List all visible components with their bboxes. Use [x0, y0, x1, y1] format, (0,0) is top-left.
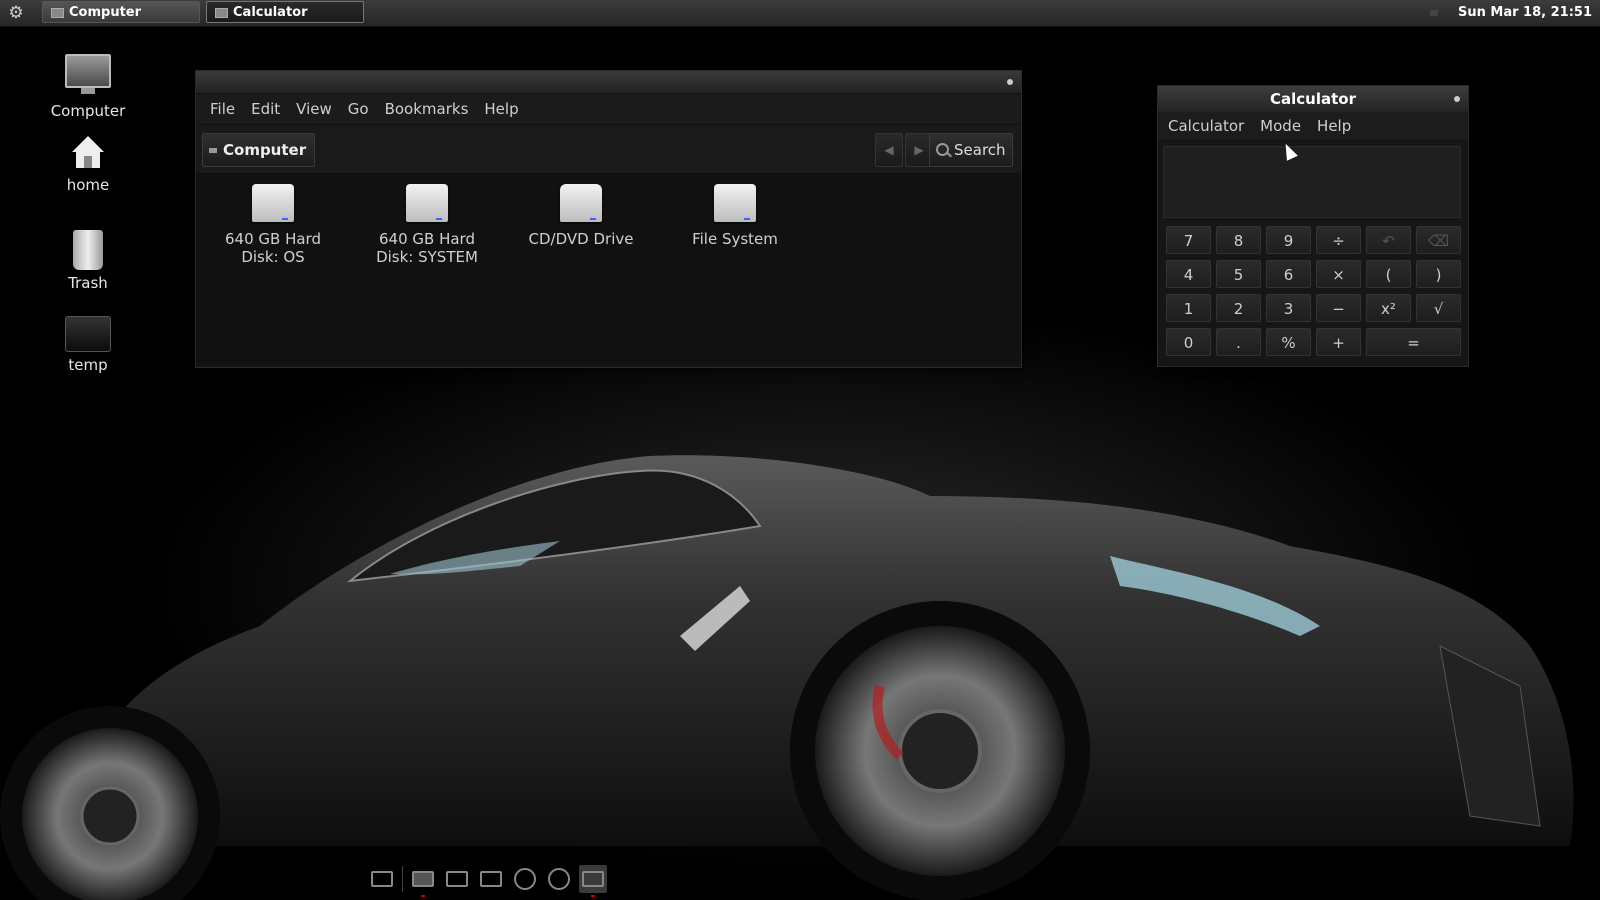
gear-icon[interactable]: ⚙ [6, 3, 26, 23]
menu-mode[interactable]: Mode [1252, 112, 1309, 140]
hard-disk-icon [252, 184, 294, 222]
key-close-paren[interactable]: ) [1416, 260, 1461, 288]
menu-view[interactable]: View [288, 94, 340, 124]
hard-disk-icon [714, 184, 756, 222]
key-equals[interactable]: = [1366, 328, 1461, 356]
file-manager-window: File Edit View Go Bookmarks Help Compute… [195, 70, 1022, 368]
computer-icon [209, 148, 217, 153]
window-icon [215, 8, 228, 18]
window-titlebar[interactable]: Calculator [1158, 86, 1468, 112]
desktop-icon-label: home [66, 176, 110, 194]
key-add[interactable]: + [1316, 328, 1361, 356]
menubar: File Edit View Go Bookmarks Help [196, 94, 1021, 125]
key-0[interactable]: 0 [1166, 328, 1211, 356]
taskbar-item-computer[interactable]: Computer [42, 1, 200, 23]
drive-item-os[interactable]: 640 GB Hard Disk: OS [208, 184, 338, 266]
menu-go[interactable]: Go [340, 94, 377, 124]
chrome-icon[interactable] [545, 865, 573, 893]
key-9[interactable]: 9 [1266, 226, 1311, 254]
taskbar-item-label: Calculator [233, 5, 308, 20]
calculator-display[interactable] [1163, 146, 1461, 218]
calculator-window: Calculator Calculator Mode Help 7 8 9 ÷ … [1157, 85, 1469, 367]
clock[interactable]: Sun Mar 18, 21:51 [1458, 0, 1592, 26]
window-title: Calculator [1270, 90, 1356, 108]
volume-icon[interactable] [1430, 10, 1438, 16]
menu-bookmarks[interactable]: Bookmarks [377, 94, 477, 124]
key-5[interactable]: 5 [1216, 260, 1261, 288]
close-icon[interactable] [1454, 96, 1460, 102]
close-icon[interactable] [1007, 79, 1013, 85]
undo-icon[interactable]: ↶ [1366, 226, 1411, 254]
drive-item-cd-dvd[interactable]: CD/DVD Drive [516, 184, 646, 248]
top-panel: ⚙ Computer Calculator Sun Mar 18, 21:51 [0, 0, 1600, 27]
drive-label: CD/DVD Drive [528, 230, 634, 248]
menubar: Calculator Mode Help [1158, 112, 1468, 141]
screenshot-icon[interactable] [443, 865, 471, 893]
taskbar-item-label: Computer [69, 5, 142, 20]
key-4[interactable]: 4 [1166, 260, 1211, 288]
taskbar-item-calculator[interactable]: Calculator [206, 1, 364, 23]
drive-label: File System [692, 230, 778, 248]
desktop-icon-label: Computer [50, 102, 126, 120]
key-1[interactable]: 1 [1166, 294, 1211, 322]
trash-icon [73, 230, 103, 270]
desktop-icon-label: Trash [68, 274, 108, 292]
menu-help[interactable]: Help [1309, 112, 1359, 140]
window-titlebar[interactable] [196, 71, 1021, 94]
key-multiply[interactable]: × [1316, 260, 1361, 288]
key-percent[interactable]: % [1266, 328, 1311, 356]
folder-icon [65, 316, 111, 352]
file-manager-icon[interactable] [409, 865, 437, 897]
key-6[interactable]: 6 [1266, 260, 1311, 288]
menu-help[interactable]: Help [476, 94, 526, 124]
key-sqrt[interactable]: √ [1416, 294, 1461, 322]
firefox-icon[interactable] [511, 865, 539, 893]
menu-calculator[interactable]: Calculator [1160, 112, 1252, 140]
window-icon [51, 8, 64, 18]
hard-disk-icon [406, 184, 448, 222]
desktop-icon-label: temp [68, 356, 108, 374]
drive-item-system[interactable]: 640 GB Hard Disk: SYSTEM [362, 184, 492, 266]
key-2[interactable]: 2 [1216, 294, 1261, 322]
key-square[interactable]: x² [1366, 294, 1411, 322]
terminal-icon[interactable] [477, 865, 505, 893]
toolbar: Computer ◀ ▶ Search [196, 125, 1021, 174]
key-8[interactable]: 8 [1216, 226, 1261, 254]
backspace-icon[interactable]: ⌫ [1416, 226, 1461, 254]
desktop-icon-home[interactable]: home [38, 132, 138, 194]
search-icon [936, 143, 949, 156]
key-open-paren[interactable]: ( [1366, 260, 1411, 288]
home-icon [68, 132, 108, 172]
computer-icon [65, 54, 111, 94]
calculator-icon[interactable] [579, 865, 607, 897]
key-decimal[interactable]: . [1216, 328, 1261, 356]
drive-label: 640 GB Hard Disk: OS [225, 230, 321, 266]
search-button[interactable]: Search [929, 133, 1013, 167]
key-7[interactable]: 7 [1166, 226, 1211, 254]
menu-file[interactable]: File [202, 94, 243, 124]
key-subtract[interactable]: − [1316, 294, 1361, 322]
desktop-icon-computer[interactable]: Computer [38, 54, 138, 120]
optical-drive-icon [560, 184, 602, 222]
file-view: 640 GB Hard Disk: OS 640 GB Hard Disk: S… [196, 174, 1021, 364]
key-divide[interactable]: ÷ [1316, 226, 1361, 254]
search-label: Search [954, 141, 1006, 159]
drive-item-file-system[interactable]: File System [670, 184, 800, 248]
dock-separator [402, 866, 403, 892]
desktop-icon-trash[interactable]: Trash [38, 230, 138, 292]
back-button[interactable]: ◀ [875, 133, 903, 167]
dock [368, 862, 607, 897]
drive-label: 640 GB Hard Disk: SYSTEM [376, 230, 478, 266]
menu-edit[interactable]: Edit [243, 94, 288, 124]
desktop-icon-temp[interactable]: temp [38, 316, 138, 374]
location-label: Computer [223, 141, 307, 159]
show-desktop-icon[interactable] [368, 865, 396, 893]
key-3[interactable]: 3 [1266, 294, 1311, 322]
location-button[interactable]: Computer [202, 133, 316, 167]
